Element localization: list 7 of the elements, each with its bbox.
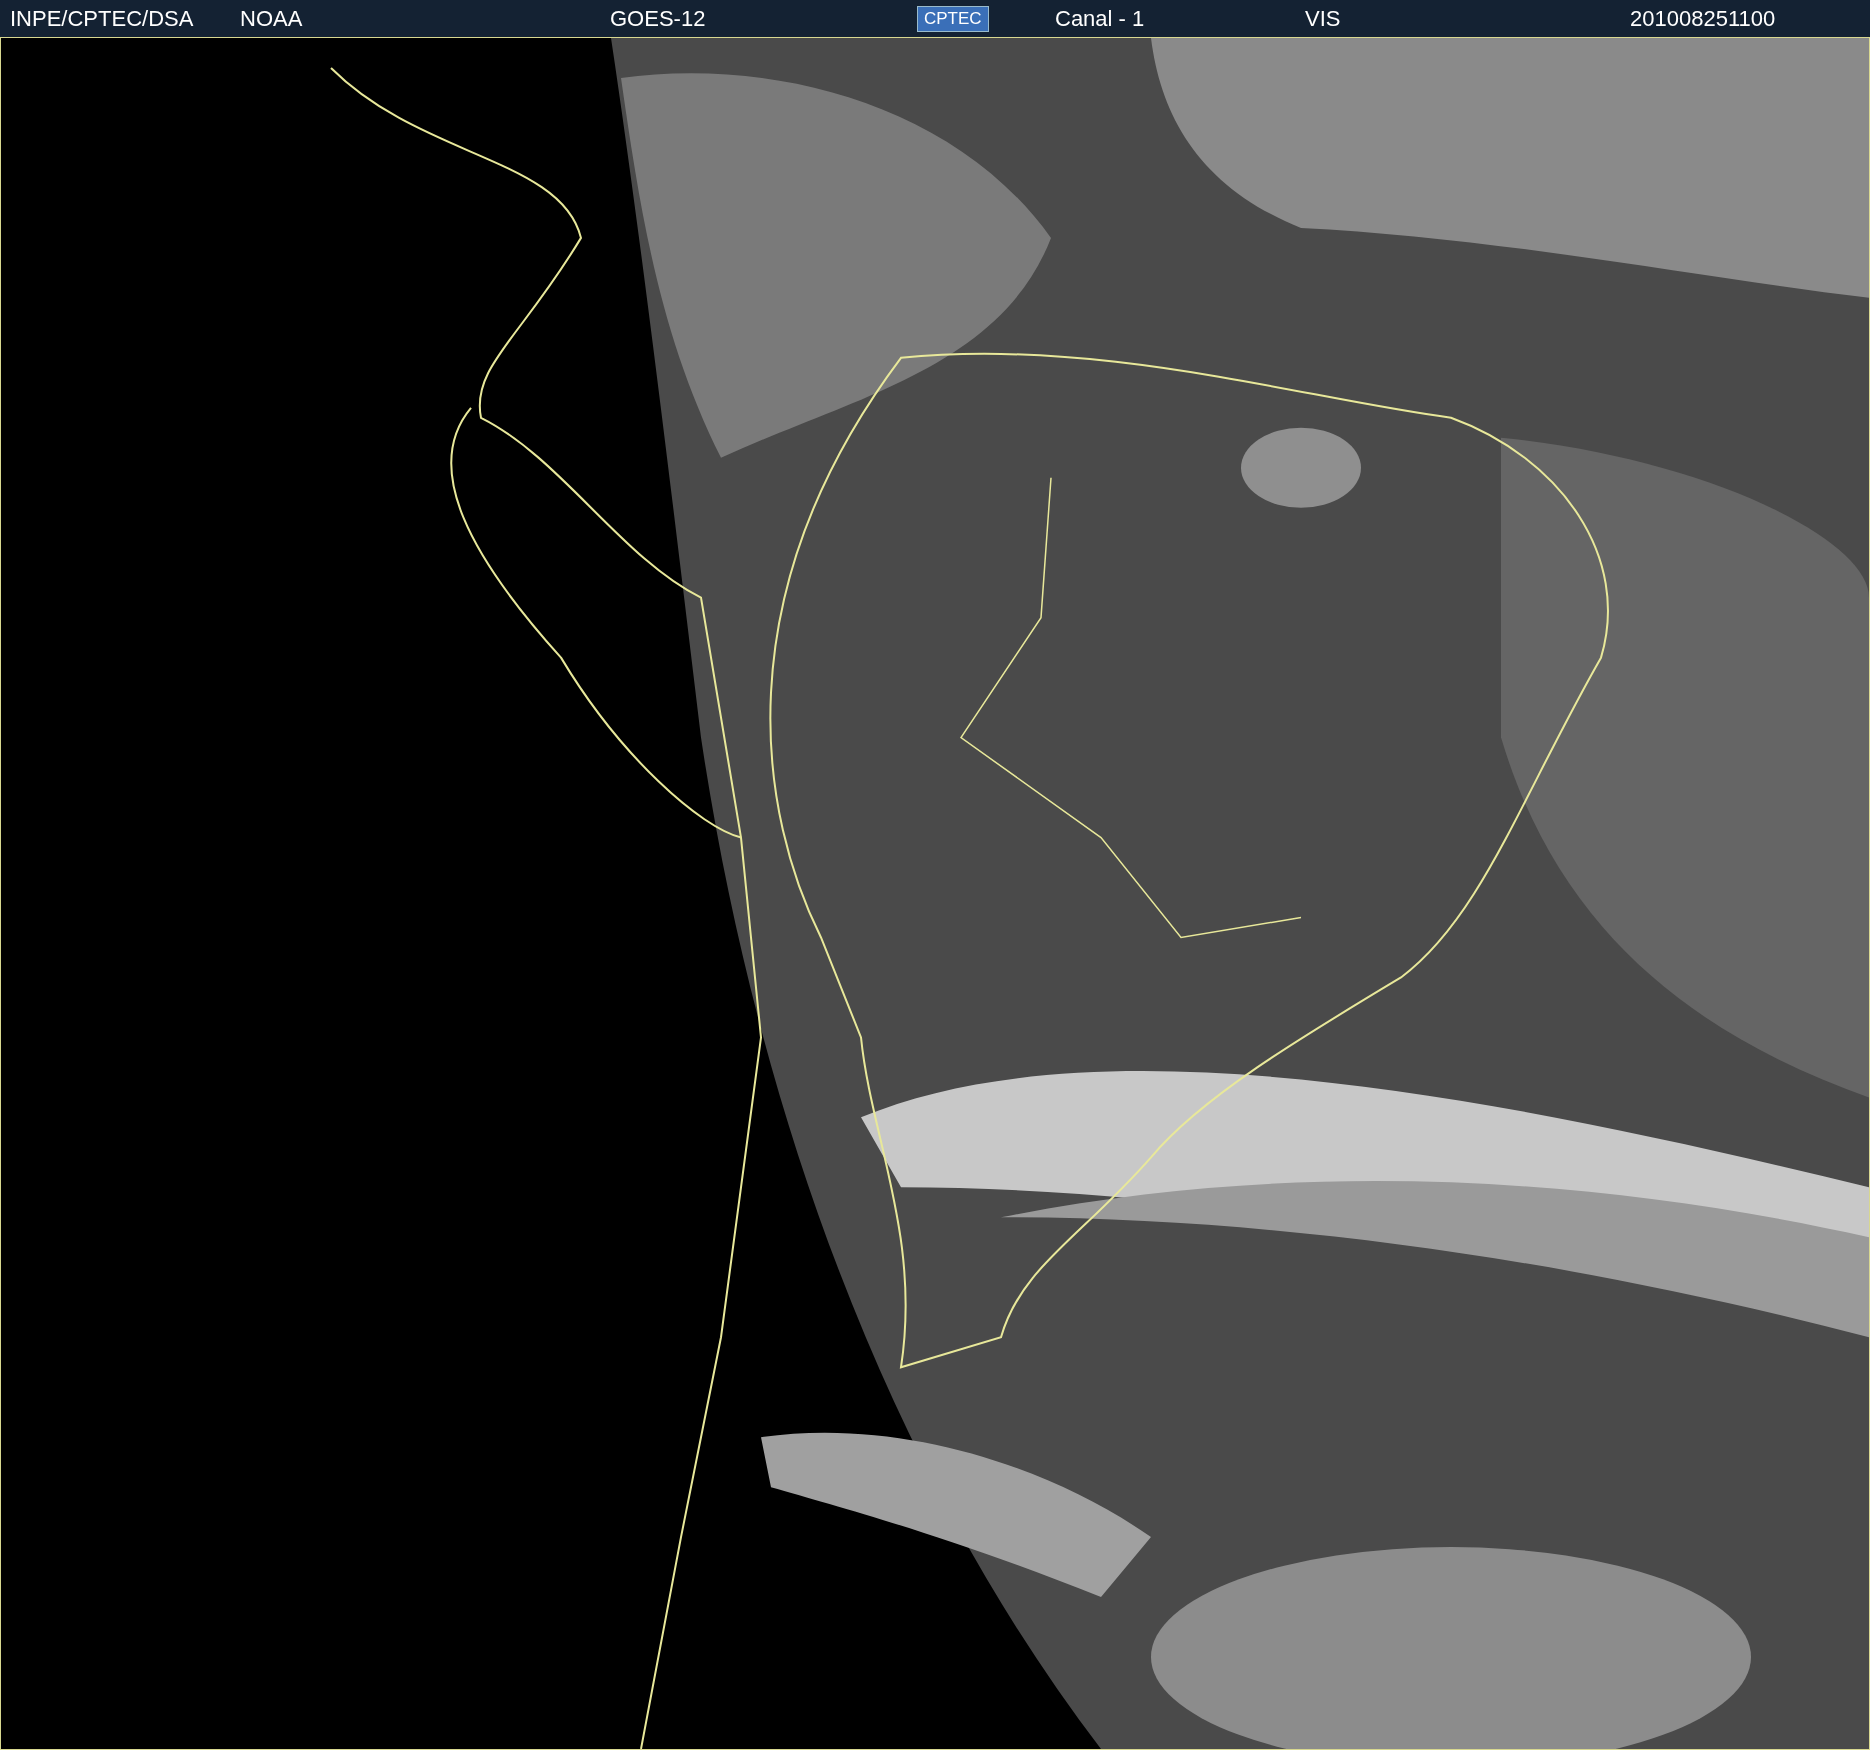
satellite-label: GOES-12 (610, 5, 706, 32)
agency-label: NOAA (240, 5, 303, 32)
channel-label: Canal - 1 (1055, 5, 1145, 32)
timestamp-label: 201008251100 (1630, 5, 1776, 32)
source-label: INPE/CPTEC/DSA (10, 5, 194, 32)
logo: CPTEC (917, 5, 989, 32)
band-label: VIS (1305, 5, 1341, 32)
